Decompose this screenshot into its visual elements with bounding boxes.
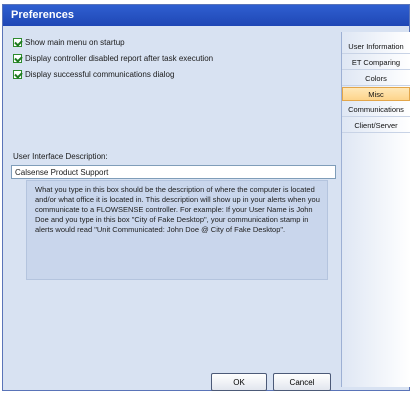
ui-description-label: User Interface Description:: [13, 152, 108, 161]
sidebar-item-colors[interactable]: Colors: [342, 72, 410, 86]
sidebar-item-client-server[interactable]: Client/Server: [342, 119, 410, 133]
ok-button[interactable]: OK: [211, 373, 267, 391]
sidebar-item-communications[interactable]: Communications: [342, 103, 410, 117]
checkbox-checked-icon[interactable]: [13, 69, 22, 79]
sidebar-item-user-information[interactable]: User Information: [342, 40, 410, 54]
display-comm-dialog-checkbox[interactable]: Display successful communications dialog: [13, 68, 174, 80]
display-disabled-report-checkbox[interactable]: Display controller disabled report after…: [13, 52, 213, 64]
ui-description-help-text: What you type in this box should be the …: [26, 180, 328, 280]
display-disabled-report-label: Display controller disabled report after…: [25, 53, 214, 63]
show-main-menu-checkbox[interactable]: Show main menu on startup: [13, 36, 125, 48]
checkbox-checked-icon[interactable]: [13, 37, 22, 47]
preferences-window: Preferences Show main menu on startup Di…: [2, 4, 410, 391]
sidebar-item-et-comparing[interactable]: ET Comparing: [342, 56, 410, 70]
display-comm-dialog-label: Display successful communications dialog: [25, 69, 175, 79]
ui-description-input[interactable]: [11, 165, 336, 179]
misc-panel: Show main menu on startup Display contro…: [8, 32, 337, 391]
cancel-button[interactable]: Cancel: [273, 373, 331, 391]
window-title: Preferences: [3, 5, 409, 26]
preferences-sidebar: User Information ET Comparing Colors Mis…: [341, 32, 410, 387]
show-main-menu-label: Show main menu on startup: [25, 37, 125, 47]
checkbox-checked-icon[interactable]: [13, 53, 22, 63]
sidebar-item-misc[interactable]: Misc: [342, 87, 410, 101]
